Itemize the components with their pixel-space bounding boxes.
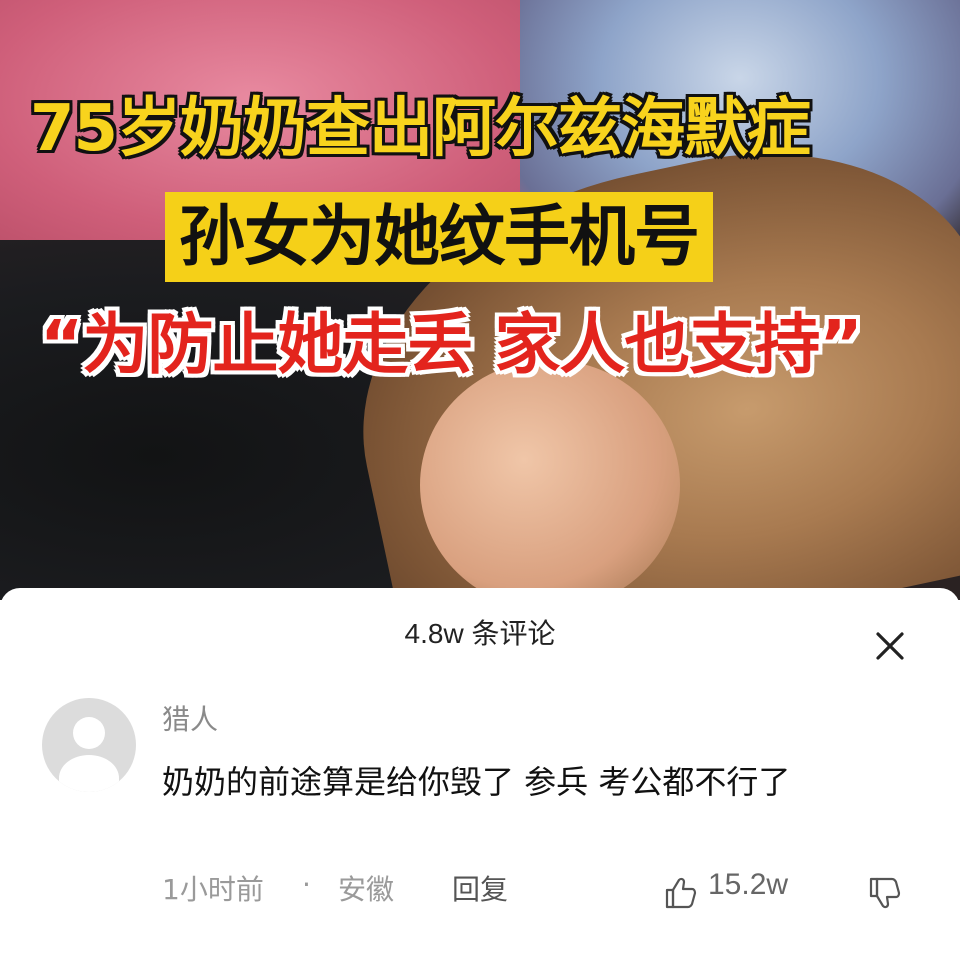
comments-count-title: 4.8w 条评论	[404, 618, 556, 649]
video-headline: 75岁奶奶查出阿尔兹海默症 孙女为她纹手机号 “为防止她走丢 家人也支持”	[0, 0, 960, 600]
thumbs-down-icon[interactable]	[868, 876, 902, 910]
comment-username[interactable]: 猎人	[162, 698, 218, 738]
avatar-shoulders-shape	[59, 755, 119, 792]
video-frame[interactable]: 75岁奶奶查出阿尔兹海默症 孙女为她纹手机号 “为防止她走丢 家人也支持”	[0, 0, 960, 600]
thumbs-up-icon[interactable]	[664, 876, 698, 910]
comments-sheet: 4.8w 条评论 猎人 奶奶的前途算是给你毁了 参兵 考公都不行了 1小时前 ·…	[0, 588, 960, 958]
headline-line-3: “为防止她走丢 家人也支持”	[40, 306, 863, 383]
headline-line-1: 75岁奶奶查出阿尔兹海默症	[30, 92, 811, 166]
close-icon[interactable]	[872, 628, 908, 664]
avatar[interactable]	[42, 698, 136, 792]
reply-button[interactable]: 回复	[452, 868, 508, 908]
comment-time: 1小时前	[162, 873, 264, 906]
comment-text: 奶奶的前途算是给你毁了 参兵 考公都不行了	[162, 763, 791, 801]
like-count: 15.2w	[708, 868, 789, 901]
meta-separator: ·	[302, 868, 311, 901]
headline-line-2: 孙女为她纹手机号	[165, 192, 713, 282]
avatar-head-shape	[73, 717, 105, 749]
comment-location: 安徽	[338, 873, 395, 906]
